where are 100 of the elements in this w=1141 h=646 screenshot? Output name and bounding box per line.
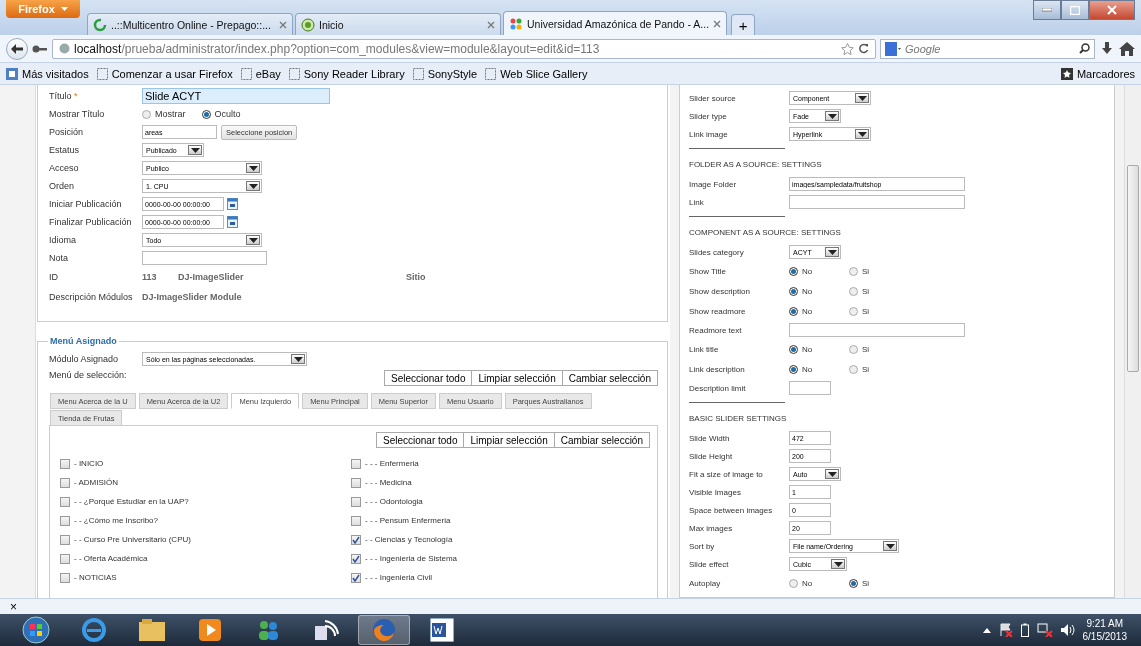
checkbox[interactable]	[351, 553, 361, 564]
dropdown-arrow-icon[interactable]	[291, 354, 305, 364]
radio-option[interactable]: Si	[849, 364, 891, 374]
menu-item-checkbox[interactable]: - ADMISIÓN	[60, 473, 351, 492]
close-icon[interactable]	[279, 20, 287, 29]
speaker-icon[interactable]	[1060, 624, 1075, 636]
radio-button[interactable]	[849, 286, 858, 296]
radio-option[interactable]: Si	[849, 286, 891, 296]
maximize-icon[interactable]	[1061, 0, 1089, 20]
back-button[interactable]	[6, 37, 28, 60]
radio-button[interactable]	[789, 306, 798, 316]
menu-item-checkbox[interactable]: - - - Medicina	[351, 473, 650, 492]
dropdown-arrow-icon[interactable]	[825, 111, 839, 121]
selection-button[interactable]: Limpiar selección	[471, 370, 563, 386]
search-engine-icon[interactable]	[885, 41, 901, 56]
checkbox[interactable]	[60, 572, 70, 583]
radio-button[interactable]	[142, 109, 151, 119]
close-find-bar-button[interactable]: ×	[10, 600, 17, 613]
radio-option[interactable]: Si	[849, 266, 891, 276]
checkbox[interactable]	[60, 477, 70, 488]
search-icon[interactable]	[1079, 43, 1090, 54]
checkbox[interactable]	[60, 553, 70, 564]
radio-option[interactable]: Si	[849, 306, 891, 316]
radio-button[interactable]	[849, 306, 858, 316]
checkbox[interactable]	[351, 458, 361, 469]
text-field[interactable]	[789, 195, 965, 209]
radio-option[interactable]: Oculto	[201, 109, 241, 119]
bookmark-link[interactable]: Comenzar a usar Firefox	[96, 67, 233, 80]
radio-button[interactable]	[849, 364, 858, 374]
address-bar[interactable]: localhost/prueba/administrator/index.php?option=com_modules&view=module&layout=edit&id=113	[52, 38, 876, 59]
menu-item-checkbox[interactable]: - - - Pensum Enfermeria	[351, 511, 650, 530]
radio-button[interactable]	[201, 109, 211, 119]
selection-button[interactable]: Seleccionar todo	[375, 432, 465, 448]
dropdown-arrow-icon[interactable]	[246, 163, 260, 173]
checkbox[interactable]	[351, 572, 361, 583]
text-field[interactable]	[789, 323, 965, 337]
bookmark-link[interactable]: SonyStyle	[412, 67, 478, 80]
calendar-icon[interactable]	[227, 216, 238, 228]
search-field[interactable]: Google	[880, 38, 1095, 59]
star-icon[interactable]	[841, 42, 854, 55]
scrollbar[interactable]	[1124, 85, 1141, 598]
checkbox[interactable]	[351, 534, 361, 545]
selection-button[interactable]: Limpiar selección	[463, 432, 555, 448]
menu-item-checkbox[interactable]: - - - Enfermeria	[351, 454, 650, 473]
radio-option[interactable]: Si	[849, 578, 891, 588]
close-icon[interactable]	[713, 19, 722, 28]
radio-button[interactable]	[849, 266, 858, 276]
checkbox[interactable]	[60, 534, 70, 545]
reload-icon[interactable]	[858, 43, 869, 54]
close-icon[interactable]	[1089, 0, 1135, 20]
menu-item-checkbox[interactable]: - NOTICIAS	[60, 568, 351, 587]
calendar-icon[interactable]	[227, 198, 238, 210]
dropdown-arrow-icon[interactable]	[883, 541, 897, 551]
battery-icon[interactable]	[1020, 623, 1029, 637]
close-icon[interactable]	[487, 20, 495, 29]
selection-button[interactable]: Seleccionar todo	[383, 370, 473, 386]
browser-tab[interactable]: Universidad Amazónica de Pando - A...	[503, 11, 728, 35]
menu-item-checkbox[interactable]: - - ¿Cómo me Inscribo?	[60, 511, 351, 530]
menu-item-checkbox[interactable]: - INICIO	[60, 454, 351, 473]
radio-option[interactable]: No	[789, 344, 831, 354]
bookmark-link[interactable]: Más visitados	[6, 67, 89, 80]
radio-option[interactable]: Mostrar	[142, 109, 186, 119]
bookmark-link[interactable]: Web Slice Gallery	[485, 67, 588, 80]
dropdown-arrow-icon[interactable]	[855, 129, 869, 139]
dropdown-arrow-icon[interactable]	[825, 469, 839, 479]
radio-button[interactable]	[789, 364, 798, 374]
text-field[interactable]: Slide ACYT	[142, 88, 330, 104]
selection-button[interactable]: Cambiar selección	[561, 370, 658, 386]
selection-button[interactable]: Cambiar selección	[553, 432, 650, 448]
show-hidden-icons-icon[interactable]	[982, 627, 991, 633]
menu-item-checkbox[interactable]: - - Ciencias y Tecnología	[351, 530, 650, 549]
dropdown-arrow-icon[interactable]	[188, 145, 202, 155]
radio-option[interactable]: No	[789, 266, 831, 276]
dropdown-arrow-icon[interactable]	[855, 93, 869, 103]
menu-item-checkbox[interactable]: - - - Ingenieria Civil	[351, 568, 650, 587]
radio-button[interactable]	[849, 344, 858, 354]
bookmark-link[interactable]: eBay	[240, 67, 281, 80]
browser-tab[interactable]: ..::Multicentro Online - Prepago::...	[87, 13, 293, 35]
home-icon[interactable]	[1119, 41, 1135, 56]
browser-tab[interactable]: Inicio	[295, 13, 501, 35]
number-field[interactable]	[789, 381, 831, 395]
checkbox[interactable]	[351, 477, 361, 488]
bookmark-link[interactable]: Sony Reader Library	[288, 67, 405, 80]
text-field[interactable]	[142, 251, 267, 265]
checkbox[interactable]	[60, 496, 70, 507]
minimize-icon[interactable]	[1033, 0, 1061, 20]
radio-option[interactable]: No	[789, 364, 831, 374]
checkbox[interactable]	[60, 458, 70, 469]
checkbox[interactable]	[351, 496, 361, 507]
dropdown-arrow-icon[interactable]	[246, 181, 260, 191]
radio-option[interactable]: No	[789, 286, 831, 296]
checkbox[interactable]	[351, 515, 361, 526]
radio-button[interactable]	[849, 578, 858, 588]
menu-item-checkbox[interactable]: - - - Odontologia	[351, 492, 650, 511]
radio-option[interactable]: No	[789, 306, 831, 316]
menu-item-checkbox[interactable]: - - - Ingenieria de Sistema	[351, 549, 650, 568]
radio-option[interactable]: Si	[849, 344, 891, 354]
menu-item-checkbox[interactable]: - - Curso Pre Universitario (CPU)	[60, 530, 351, 549]
dropdown-arrow-icon[interactable]	[831, 559, 845, 569]
flag-icon[interactable]	[998, 623, 1013, 637]
